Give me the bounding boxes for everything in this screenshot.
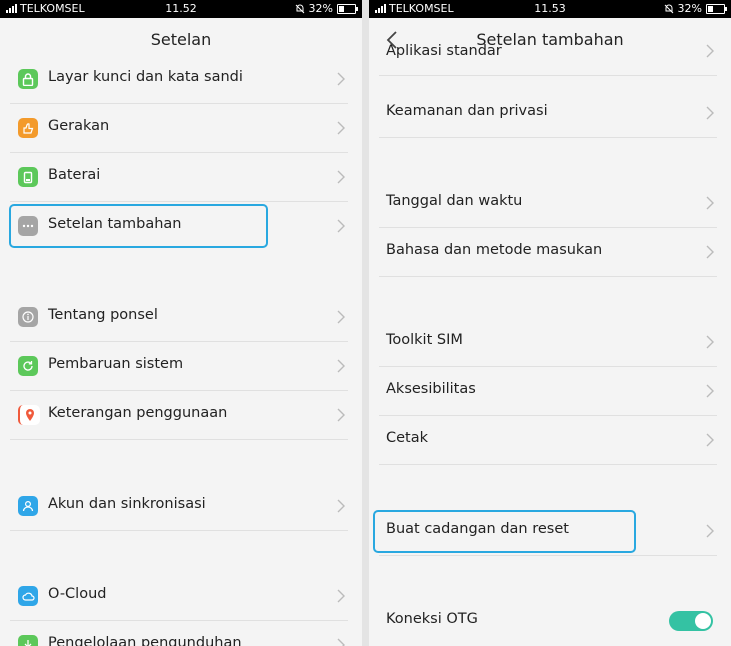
settings-item-lock-screen[interactable]: Layar kunci dan kata sandi [0, 55, 362, 104]
usage-icon [18, 405, 40, 425]
battery-status-icon [337, 3, 358, 14]
settings-item-label: Keamanan dan privasi [386, 103, 548, 119]
account-icon [18, 496, 38, 516]
status-bar: TELKOMSEL 11.53 32% [369, 0, 731, 18]
chevron-right-icon [706, 196, 714, 210]
update-icon [18, 356, 38, 376]
chevron-right-icon [337, 219, 345, 233]
settings-item-label: Tentang ponsel [48, 307, 158, 323]
settings-item-otg-connection: Koneksi OTG [369, 597, 731, 646]
settings-item-label: O-Cloud [48, 586, 107, 602]
chevron-right-icon [706, 384, 714, 398]
settings-item-gestures[interactable]: Gerakan [0, 104, 362, 153]
settings-item-date-time[interactable]: Tanggal dan waktu [369, 179, 731, 228]
settings-item-label: Aksesibilitas [386, 381, 476, 397]
settings-item-label: Koneksi OTG [386, 611, 478, 627]
chevron-right-icon [337, 499, 345, 513]
battery-percent: 32% [677, 2, 702, 15]
chevron-right-icon [337, 310, 345, 324]
chevron-right-icon [337, 170, 345, 184]
chevron-right-icon [337, 72, 345, 86]
settings-item-downloads[interactable]: Pengelolaan pengunduhan [0, 621, 362, 646]
settings-item-label: Aplikasi standar [386, 43, 502, 59]
chevron-right-icon [706, 524, 714, 538]
settings-item-label: Gerakan [48, 118, 110, 134]
settings-item-about-phone[interactable]: Tentang ponsel [0, 293, 362, 342]
chevron-right-icon [337, 589, 345, 603]
settings-item-label: Layar kunci dan kata sandi [48, 69, 243, 85]
otg-toggle[interactable] [669, 611, 713, 631]
settings-item-accessibility[interactable]: Aksesibilitas [369, 367, 731, 416]
chevron-right-icon [706, 44, 714, 58]
info-icon [18, 307, 38, 327]
chevron-right-icon [337, 359, 345, 373]
settings-item-language-input[interactable]: Bahasa dan metode masukan [369, 228, 731, 277]
settings-item-label: Pengelolaan pengunduhan [48, 635, 242, 646]
settings-item-accounts-sync[interactable]: Akun dan sinkronisasi [0, 482, 362, 531]
settings-item-label: Bahasa dan metode masukan [386, 242, 603, 258]
gesture-icon [18, 118, 38, 138]
battery-icon [18, 167, 38, 187]
status-bar: TELKOMSEL 11.52 32% [0, 0, 362, 18]
chevron-right-icon [337, 408, 345, 422]
settings-item-label: Baterai [48, 167, 101, 183]
settings-item-o-cloud[interactable]: O-Cloud [0, 572, 362, 621]
additional-settings-screen: TELKOMSEL 11.53 32% Setelan tambahan Apl… [369, 0, 731, 646]
notification-muted-icon [295, 4, 304, 13]
chevron-right-icon [337, 638, 345, 646]
settings-item-label: Tanggal dan waktu [386, 193, 523, 209]
chevron-right-icon [706, 335, 714, 349]
settings-item-usage-info[interactable]: Keterangan penggunaan [0, 391, 362, 440]
additional-settings-list: Aplikasi standar Keamanan dan privasi Ta… [369, 43, 731, 646]
settings-list: Layar kunci dan kata sandi Gerakan Bater… [0, 62, 362, 646]
settings-item-sim-toolkit[interactable]: Toolkit SIM [369, 318, 731, 367]
download-icon [18, 635, 38, 646]
chevron-right-icon [706, 245, 714, 259]
battery-status-icon [706, 3, 727, 14]
settings-item-print[interactable]: Cetak [369, 416, 731, 465]
settings-item-label: Pembaruan sistem [48, 356, 184, 372]
chevron-right-icon [706, 433, 714, 447]
battery-percent: 32% [308, 2, 333, 15]
settings-item-battery[interactable]: Baterai [0, 153, 362, 202]
settings-item-security-privacy[interactable]: Keamanan dan privasi [369, 89, 731, 138]
settings-item-label: Cetak [386, 430, 429, 446]
lock-icon [18, 69, 38, 89]
highlight-box [9, 204, 268, 248]
highlight-box [373, 510, 636, 553]
settings-item-default-apps[interactable]: Aplikasi standar [369, 40, 731, 76]
notification-muted-icon [664, 4, 673, 13]
settings-item-label: Akun dan sinkronisasi [48, 496, 206, 512]
settings-screen: TELKOMSEL 11.52 32% Setelan Layar kunci … [0, 0, 362, 646]
cloud-icon [18, 586, 38, 606]
settings-item-label: Toolkit SIM [386, 332, 463, 348]
settings-item-label: Keterangan penggunaan [48, 405, 228, 421]
chevron-right-icon [706, 106, 714, 120]
settings-item-system-update[interactable]: Pembaruan sistem [0, 342, 362, 391]
chevron-right-icon [337, 121, 345, 135]
